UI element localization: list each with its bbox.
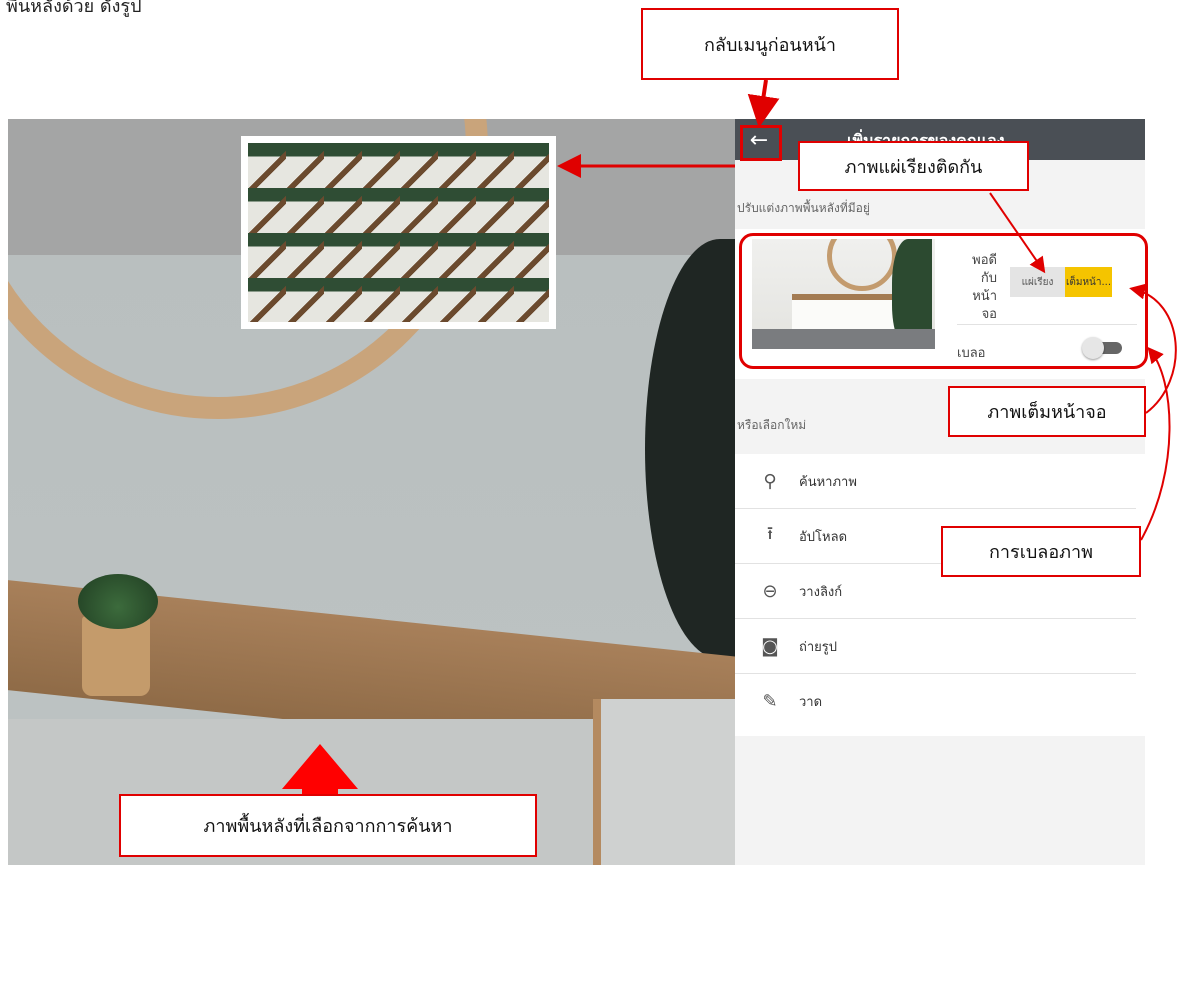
- arrow-up-to-background: [282, 744, 358, 794]
- arrow-to-back: [747, 79, 780, 128]
- arrow-to-blur-toggle: [1140, 346, 1171, 541]
- arrow-to-tile-option: [989, 192, 1046, 274]
- annotation-arrows: [282, 79, 1177, 794]
- arrow-to-fullscreen-option: [1129, 283, 1177, 414]
